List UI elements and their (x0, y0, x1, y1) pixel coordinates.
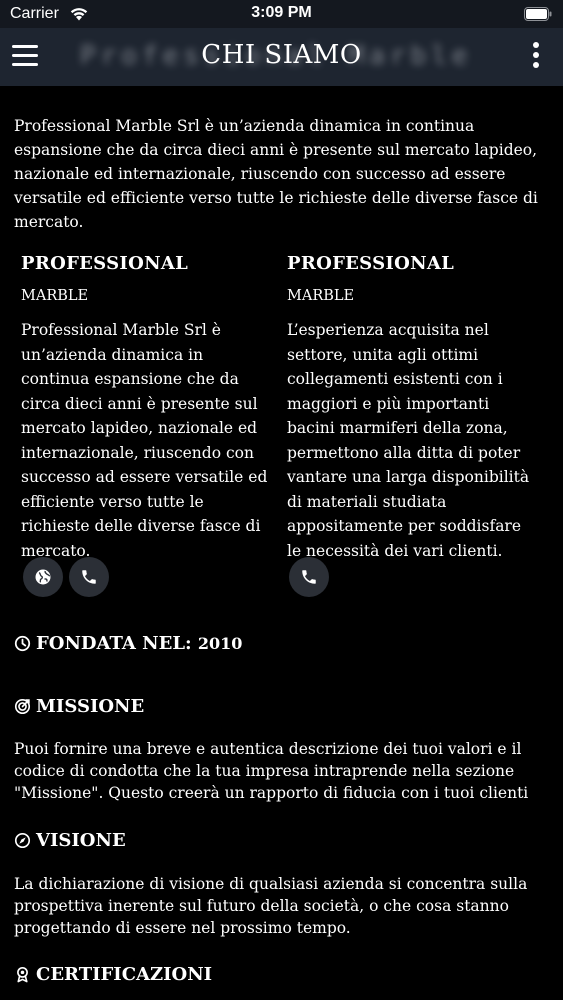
clock-icon (14, 635, 31, 652)
card-title: PROFESSIONAL (287, 253, 455, 274)
call-button[interactable] (69, 557, 109, 597)
certifications-heading: CERTIFICAZIONI (14, 964, 212, 985)
mission-heading: MISSIONE (14, 696, 144, 717)
clock-time: 3:09 PM (251, 4, 312, 21)
award-ribbon-icon (17, 966, 28, 983)
nav-bar: Professional Marble CHI SIAMO (0, 28, 563, 86)
battery-icon (524, 7, 552, 21)
founded-row: FONDATA NEL: 2010 (14, 633, 242, 654)
card-title: PROFESSIONAL (21, 253, 189, 274)
phone-icon (82, 570, 96, 584)
card-description: Professional Marble Srl è un’azienda din… (21, 321, 268, 560)
target-icon (14, 698, 31, 715)
phone-icon (302, 570, 316, 584)
info-card-left: PROFESSIONAL MARBLE Professional Marble … (21, 253, 269, 563)
founded-year: 2010 (197, 634, 243, 653)
founded-label: FONDATA NEL: (36, 633, 192, 654)
intro-paragraph: Professional Marble Srl è un’azienda din… (14, 117, 538, 231)
website-button[interactable] (23, 557, 63, 597)
vision-text: La dichiarazione di visione di qualsiasi… (14, 875, 528, 937)
card-subtitle: MARBLE (287, 288, 355, 304)
compass-icon (14, 832, 31, 849)
card-subtitle: MARBLE (21, 288, 89, 304)
status-bar: Carrier 3:09 PM (0, 0, 563, 28)
info-card-right: PROFESSIONAL MARBLE L’esperienza acquisi… (287, 253, 535, 563)
globe-icon (35, 569, 51, 585)
vertical-dots-icon[interactable] (533, 42, 541, 70)
call-button[interactable] (289, 557, 329, 597)
card-description: L’esperienza acquisita nel settore, unit… (287, 321, 530, 560)
mission-title: MISSIONE (36, 696, 145, 717)
certifications-title: CERTIFICAZIONI (36, 964, 213, 985)
vision-title: VISIONE (36, 830, 126, 851)
page-title: CHI SIAMO (201, 40, 362, 70)
vision-heading: VISIONE (14, 830, 126, 851)
mission-text: Puoi fornire una breve e autentica descr… (14, 740, 529, 802)
